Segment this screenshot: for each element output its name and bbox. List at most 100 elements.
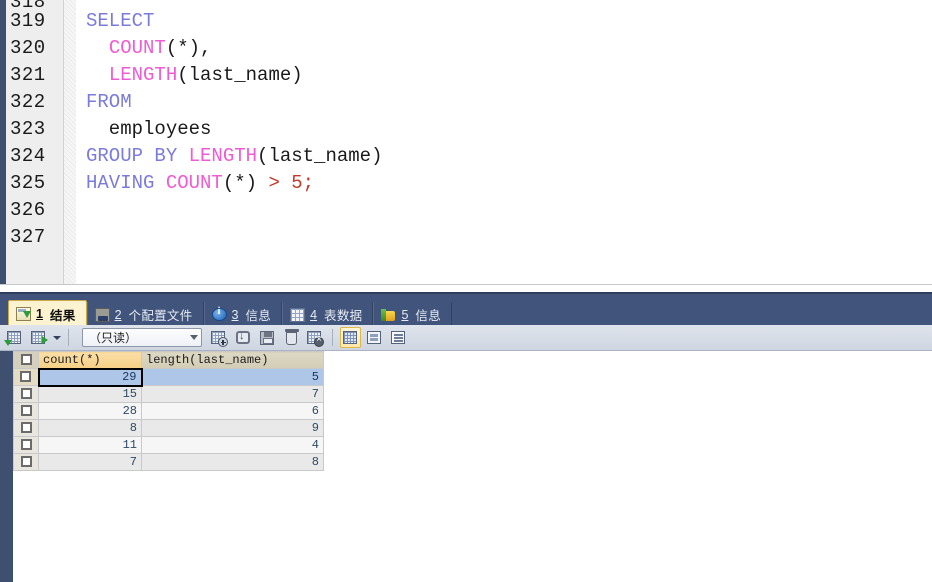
code-line[interactable]: COUNT(*), xyxy=(86,35,932,62)
tab-2[interactable]: 2 个配置文件 xyxy=(86,302,204,327)
clear-grid-button[interactable] xyxy=(304,327,325,348)
row-select-cell[interactable] xyxy=(13,368,39,386)
cell-length[interactable]: 7 xyxy=(141,385,324,403)
result-grid-icon xyxy=(16,307,31,321)
checkbox-icon[interactable] xyxy=(20,388,32,400)
code-token: COUNT xyxy=(108,37,166,59)
tab-index: 2 xyxy=(114,307,122,322)
row-select-cell[interactable] xyxy=(13,385,39,403)
table-row[interactable]: 15 7 xyxy=(13,385,324,403)
trash-icon xyxy=(284,329,299,345)
arrow-down-green-icon xyxy=(4,340,12,346)
result-table[interactable]: count(*) length(last_name) 29 5 15 7 28 6 8 9 11… xyxy=(13,351,324,471)
code-token: LENGTH xyxy=(108,64,178,86)
sql-editor[interactable]: 318 319 320 321 322 323 324 325 326 327 SELECT CO… xyxy=(0,0,932,292)
select-all-header[interactable] xyxy=(13,351,39,369)
profile-icon xyxy=(94,307,110,322)
checkbox-icon[interactable] xyxy=(20,354,32,366)
code-token: (*), xyxy=(165,37,212,59)
row-select-cell[interactable] xyxy=(13,402,39,420)
sql-code-text[interactable]: SELECT COUNT(*), LENGTH(last_name) FROM e… xyxy=(76,0,932,292)
line-number: 320 xyxy=(10,37,46,59)
view-form-button[interactable] xyxy=(364,327,385,348)
cell-length[interactable]: 8 xyxy=(141,453,324,471)
cell-length[interactable]: 6 xyxy=(141,402,324,420)
code-line[interactable] xyxy=(86,0,932,8)
export-grid-button[interactable] xyxy=(4,327,25,348)
line-number: 325 xyxy=(10,172,46,194)
code-line[interactable] xyxy=(86,197,932,224)
code-line[interactable]: GROUP BY LENGTH(last_name) xyxy=(86,143,932,170)
column-header-length[interactable]: length(last_name) xyxy=(141,351,324,369)
view-text-button[interactable] xyxy=(388,327,409,348)
cell-length[interactable]: 4 xyxy=(141,436,324,454)
cell-count[interactable]: 28 xyxy=(38,402,142,420)
tab-label: 个配置文件 xyxy=(128,309,193,323)
checkbox-icon[interactable] xyxy=(20,422,32,434)
result-grid-area: count(*) length(last_name) 29 5 15 7 28 6 8 9 11… xyxy=(0,351,932,582)
view-text-icon xyxy=(391,331,405,344)
checkbox-icon[interactable] xyxy=(20,456,32,468)
results-tabbar: 1 结果 2 个配置文件 3 信息 4 表数据 5 信息 xyxy=(0,292,932,327)
view-grid-button[interactable] xyxy=(340,327,361,348)
checkbox-icon[interactable] xyxy=(20,439,32,451)
tab-5[interactable]: 5 信息 xyxy=(373,302,453,327)
tab-1[interactable]: 1 结果 xyxy=(8,300,87,327)
line-number: 324 xyxy=(10,145,46,167)
code-line[interactable] xyxy=(86,224,932,251)
checkbox-icon[interactable] xyxy=(20,371,32,383)
code-token: (*) xyxy=(222,172,269,194)
chevron-down-icon xyxy=(190,335,198,340)
sql-client-window: 318319320321322323324325326327 SELECT CO… xyxy=(0,0,932,582)
view-form-icon xyxy=(367,331,381,344)
tab-index: 3 xyxy=(231,307,239,322)
row-select-cell[interactable] xyxy=(13,419,39,437)
cell-count[interactable]: 7 xyxy=(38,453,142,471)
plus-badge-icon xyxy=(218,337,228,347)
cell-count[interactable]: 29 xyxy=(37,367,143,387)
row-select-cell[interactable] xyxy=(13,436,39,454)
result-left-rail xyxy=(0,351,13,582)
save-button[interactable] xyxy=(256,327,277,348)
toolbar-separator xyxy=(68,329,69,346)
code-line[interactable]: employees xyxy=(86,116,932,143)
code-line[interactable]: SELECT xyxy=(86,8,932,35)
code-token: ; xyxy=(302,172,315,194)
code-token: GROUP BY xyxy=(86,145,189,167)
tab-4[interactable]: 4 表数据 xyxy=(282,302,374,327)
table-row[interactable]: 89 xyxy=(13,419,324,437)
cell-count[interactable]: 15 xyxy=(38,385,142,403)
cell-length[interactable]: 9 xyxy=(141,419,324,437)
table-row[interactable]: 29 5 xyxy=(13,367,324,387)
code-line[interactable]: LENGTH(last_name) xyxy=(86,62,932,89)
code-line[interactable]: FROM xyxy=(86,89,932,116)
grid-mode-select[interactable]: （只读） xyxy=(82,328,202,347)
code-token: (last_name) xyxy=(257,145,383,167)
line-number: 318 xyxy=(10,0,63,8)
column-header-count[interactable]: count(*) xyxy=(38,351,142,369)
table-row[interactable]: 28 6 xyxy=(13,402,324,420)
checkbox-icon[interactable] xyxy=(20,405,32,417)
code-token: LENGTH xyxy=(188,145,258,167)
delete-button[interactable] xyxy=(280,327,301,348)
table-row[interactable]: 11 4 xyxy=(13,436,324,454)
tab-label: 结果 xyxy=(49,308,76,323)
arrow-right-green-icon xyxy=(42,336,48,344)
refresh-button[interactable] xyxy=(232,327,253,348)
tab-label: 信息 xyxy=(245,309,272,323)
cell-count[interactable]: 8 xyxy=(38,419,142,437)
line-number: 323 xyxy=(10,118,46,140)
tab-3[interactable]: 3 信息 xyxy=(203,302,283,327)
import-grid-button[interactable] xyxy=(28,327,49,348)
chevron-down-icon[interactable] xyxy=(53,335,61,340)
add-record-button[interactable] xyxy=(208,327,229,348)
row-select-cell[interactable] xyxy=(13,453,39,471)
floppy-disk-icon xyxy=(260,331,274,345)
cell-count[interactable]: 11 xyxy=(38,436,142,454)
code-line[interactable]: HAVING COUNT(*) > 5; xyxy=(86,170,932,197)
code-token: (last_name) xyxy=(177,64,303,86)
cell-length[interactable]: 5 xyxy=(141,368,324,386)
code-token: 5 xyxy=(291,172,303,194)
table-row[interactable]: 78 xyxy=(13,453,324,471)
